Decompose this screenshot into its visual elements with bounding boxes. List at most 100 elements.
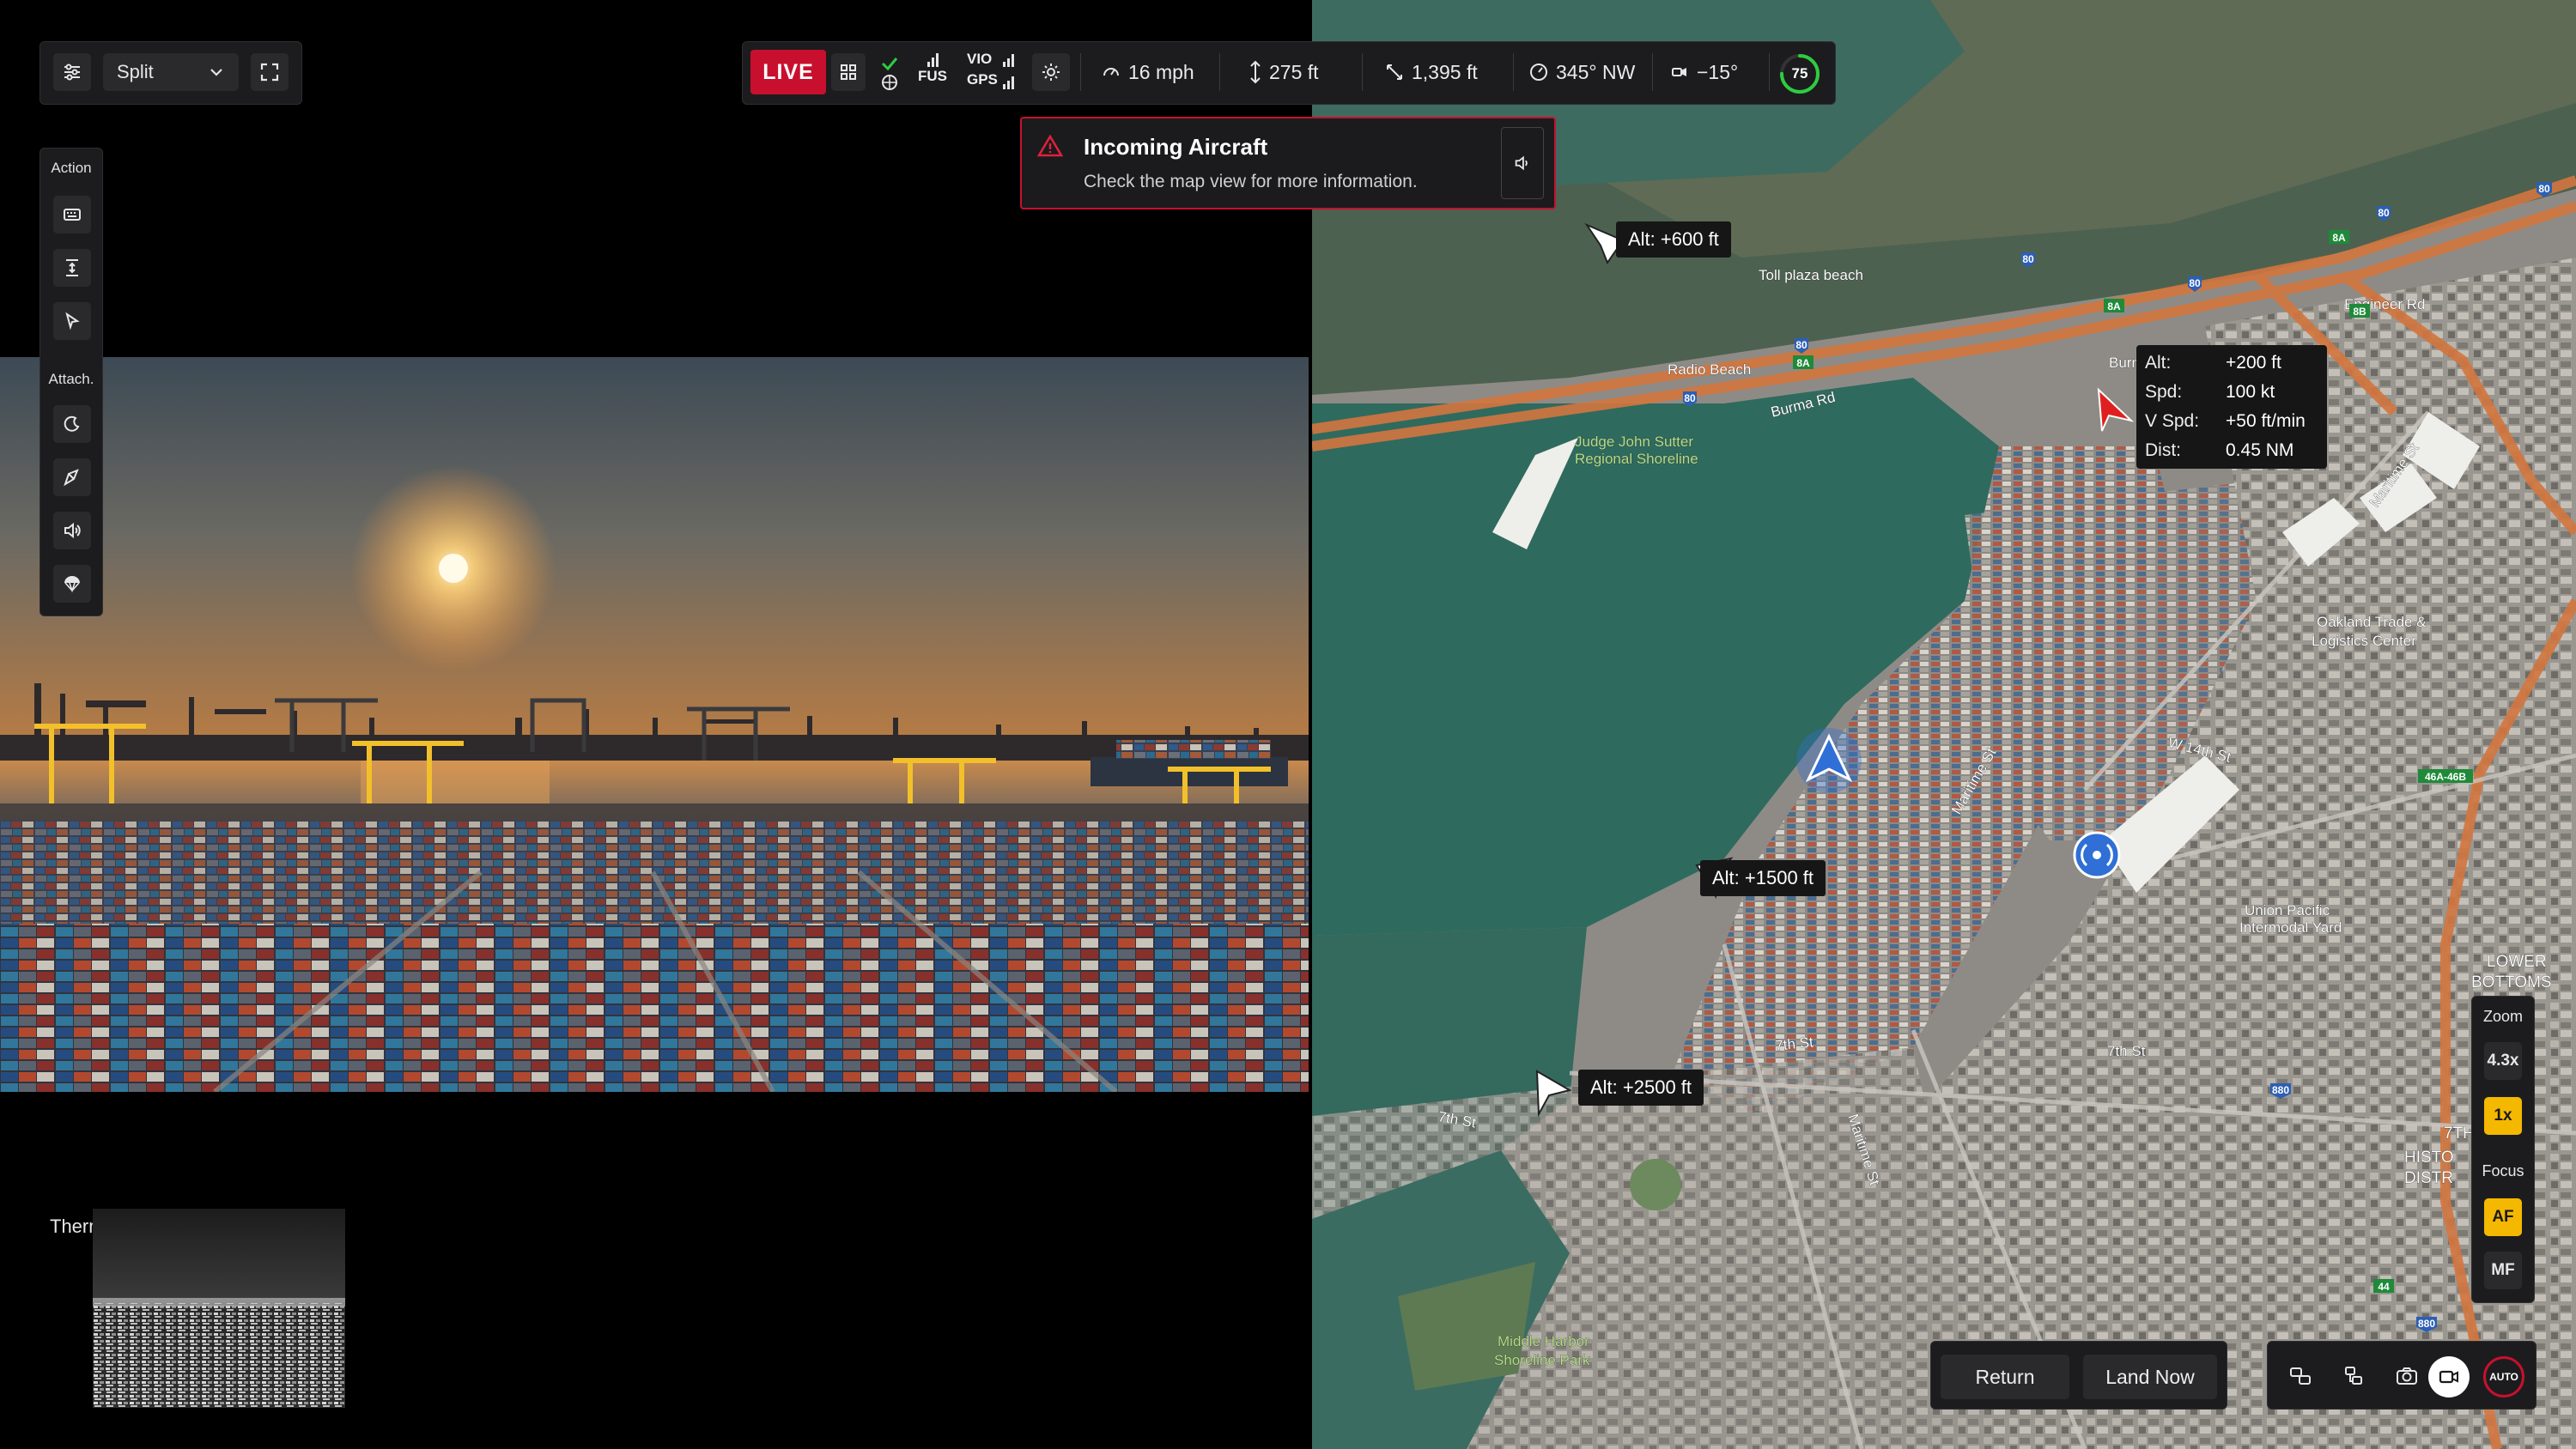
altitude-arrow-icon [1250,60,1261,84]
altitude-readout: 275 ft [1249,50,1319,94]
signal-beacon-icon[interactable] [2073,831,2121,879]
keyboard-control-button[interactable] [53,196,91,233]
thermal-thumbnail[interactable] [93,1209,345,1408]
altitude-adjust-icon [66,259,78,276]
settings-button[interactable] [53,53,91,91]
thermal-image [93,1209,345,1408]
map-label-lower-bottoms-2: BOTTOMS [2471,973,2552,991]
zoom-1x-button[interactable]: 1x [2484,1097,2522,1135]
distance-icon [1387,64,1402,80]
user-drone-marker[interactable] [1796,728,1862,793]
map-label-judge-sutter-2: Regional Shoreline [1575,451,1698,467]
svg-text:44: 44 [2378,1281,2390,1293]
map-label-judge-sutter: Judge John Sutter [1575,433,1693,450]
connection-status [874,50,905,94]
aircraft-altitude-label-3: Alt: +2500 ft [1578,1070,1704,1106]
photo-icon [2397,1367,2417,1385]
exit-sign: 8A [2104,299,2124,312]
telemetry-divider [1080,53,1081,91]
aircraft-info-card: Alt: +200 ft Spd: 100 kt V Spd: +50 ft/min … [2136,345,2327,469]
gps-label: GPS [967,71,998,88]
night-mode-button[interactable] [53,405,91,443]
gimbal-value: −15° [1697,60,1739,83]
draw-button[interactable] [53,458,91,496]
speaker-icon [1515,155,1528,171]
telemetry-divider [1652,53,1653,91]
info-vspd-value: +50 ft/min [2226,411,2306,431]
vio-gps-status: VIO GPS [963,50,1018,94]
speaker-icon [64,522,81,539]
telemetry-divider [1769,53,1770,91]
grid-icon [841,64,856,80]
info-alt-key: Alt: [2145,353,2172,373]
speed-readout: 16 mph [1101,50,1194,94]
altitude-adjust-button[interactable] [53,249,91,287]
fullscreen-icon [260,63,279,82]
layout-select-value: Split [117,61,154,82]
connection-check-icon [881,58,898,90]
return-button[interactable]: Return [1941,1355,2069,1399]
aircraft-altitude-label-1: Alt: +600 ft [1616,221,1731,258]
map-view[interactable]: Toll plaza beach Radio Beach Judge John … [1312,0,2576,1449]
exit-sign: 46A-46B [2418,769,2473,783]
svg-text:46A-46B: 46A-46B [2425,771,2466,783]
auto-record-button[interactable]: AUTO [2483,1356,2524,1397]
map-label-radio-beach: Radio Beach [1668,361,1751,378]
info-spd-value: 100 kt [2226,382,2275,402]
svg-text:8B: 8B [2353,306,2366,318]
map-label-middle-harbor: Middle Harbor [1498,1333,1589,1349]
telemetry-divider [1219,53,1220,91]
alert-sound-button[interactable] [1501,127,1544,199]
select-pointer-button[interactable] [53,302,91,340]
manual-focus-button[interactable]: MF [2484,1252,2522,1289]
parachute-icon [64,576,80,593]
map-label-union-pacific: Union Pacific [2245,902,2330,919]
pen-draw-icon [64,469,79,487]
map-label-burma-short: Burn [2109,355,2140,371]
info-dist-value: 0.45 NM [2226,440,2294,460]
map-label-middle-harbor-2: Shoreline Park [1494,1352,1590,1368]
land-now-button[interactable]: Land Now [2083,1355,2217,1399]
map-label-7th-historic-3: DISTR [2404,1169,2453,1187]
camera-swap-button[interactable] [2281,1356,2320,1396]
keyboard-icon [64,209,81,221]
video-icon [2439,1370,2458,1384]
night-mode-icon [64,415,80,432]
gimbal-control-button[interactable] [2334,1356,2373,1396]
camera-swap-icon [2290,1367,2311,1385]
speaker-button[interactable] [53,512,91,549]
map-label-intermodal: Intermodal Yard [2239,919,2342,936]
svg-text:80: 80 [2378,207,2390,219]
brightness-button[interactable] [1032,53,1070,91]
alert-title: Incoming Aircraft [1084,134,1268,160]
fullscreen-button[interactable] [251,53,289,91]
camera-feed-view[interactable] [0,357,1309,1092]
map-label-7th-historic-2: HISTO [2404,1149,2454,1167]
focus-label: Focus [2482,1162,2524,1179]
sun-icon [1042,64,1060,81]
svg-text:80: 80 [2189,277,2201,289]
map-label-toll-plaza: Toll plaza beach [1759,267,1863,283]
gimbal-icon [2345,1367,2362,1385]
parachute-button[interactable] [53,565,91,603]
fusion-signal: FUS [912,50,953,94]
heading-value: 345° NW [1556,60,1636,83]
altitude-value: 275 ft [1269,60,1319,83]
info-dist-key: Dist: [2145,440,2181,460]
map-label-lower-bottoms: LOWER [2487,953,2547,971]
grid-view-button[interactable] [831,53,866,91]
chevron-down-icon [210,69,222,76]
satellite-map: Toll plaza beach Radio Beach Judge John … [1312,0,2576,1449]
video-mode-button[interactable] [2428,1356,2470,1397]
photo-capture-button[interactable] [2387,1356,2427,1396]
battery-value: 75 [1791,65,1808,82]
layout-select[interactable]: Split [103,53,239,91]
svg-text:80: 80 [2538,183,2550,195]
autofocus-button[interactable]: AF [2484,1198,2522,1236]
zoom-4.3x-button[interactable]: 4.3x [2484,1042,2522,1080]
distance-value: 1,395 ft [1412,60,1478,83]
auto-label: AUTO [2489,1371,2518,1383]
live-badge[interactable]: LIVE [750,50,826,94]
gimbal-pitch-icon [1672,68,1686,76]
svg-text:880: 880 [2272,1084,2289,1096]
